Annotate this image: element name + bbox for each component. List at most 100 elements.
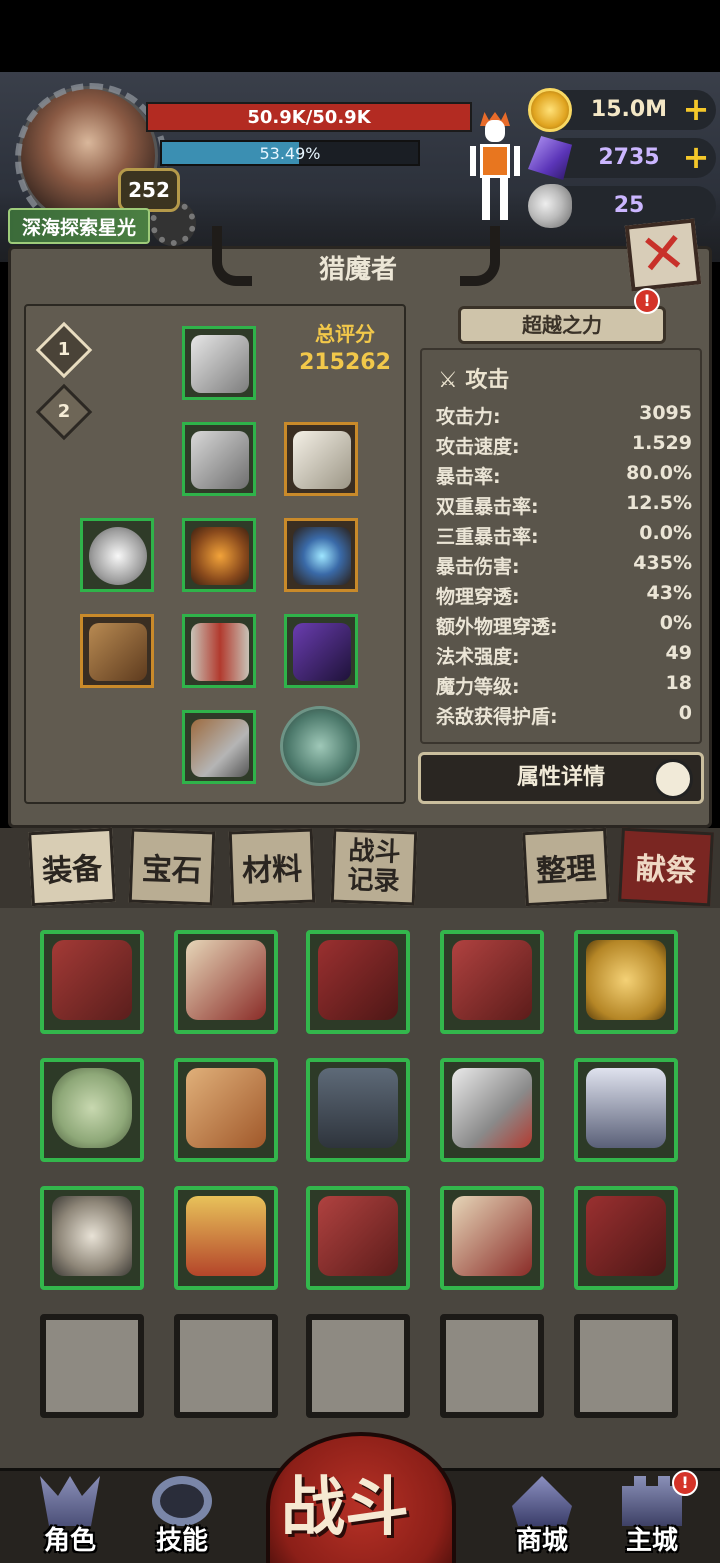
equipment-silhouette-icon[interactable] (470, 112, 520, 222)
gold-row: 15.0M + (528, 88, 716, 132)
inventory-slot[interactable] (440, 1058, 544, 1162)
inventory-slot[interactable] (306, 930, 410, 1034)
crossed-swords-icon: ⚔ (438, 368, 458, 393)
close-x-icon: ✕ (636, 219, 690, 290)
exp-bar: 53.49% (160, 140, 420, 166)
stat-row: 三重暴击率: 0.0% (436, 522, 692, 548)
inventory-slot[interactable] (306, 1186, 410, 1290)
stat-row: 魔力等级: 18 (436, 672, 692, 698)
inventory-slot[interactable] (174, 1186, 278, 1290)
stat-row: 额外物理穿透: 0% (436, 612, 692, 638)
amulet-item-icon (293, 527, 351, 585)
stat-row: 杀敌获得护盾: 0 (436, 702, 692, 728)
panel-ornament-right (460, 226, 500, 286)
inventory-item-icon (452, 1196, 532, 1276)
crystal-value: 2735 (598, 145, 660, 170)
inventory-slot[interactable] (574, 930, 678, 1034)
inventory-item-icon (186, 1068, 266, 1148)
belt-item-icon (191, 527, 249, 585)
inventory-slot[interactable] (306, 1058, 410, 1162)
inventory-slot[interactable] (40, 1186, 144, 1290)
attribute-details-label: 属性详情 (516, 765, 605, 790)
relic-coin-icon (280, 706, 360, 786)
inventory-item-icon (52, 940, 132, 1020)
inventory-slot[interactable] (440, 1186, 544, 1290)
relic-slot[interactable] (280, 706, 360, 786)
empty-inventory-slot[interactable] (440, 1314, 544, 1418)
tab-battle-log[interactable]: 战斗记录 (330, 828, 418, 906)
gold-value: 15.0M (590, 97, 668, 122)
tab-equipment[interactable]: 装备 (28, 827, 116, 907)
belt-slot[interactable] (182, 518, 256, 592)
gloves-slot[interactable] (284, 422, 358, 496)
panel-title: 猎魔者 (318, 255, 397, 285)
shop-tent-icon (512, 1476, 572, 1526)
inventory-item-icon (318, 1196, 398, 1276)
transcend-power-button[interactable]: 超越之力 (458, 306, 666, 344)
stats-panel[interactable]: ⚔ 攻击 攻击力: 3095 攻击速度: 1.529 暴击率: 80.0% 双重暴击率… (420, 348, 702, 744)
ring-item-icon (89, 527, 147, 585)
stat-row: 物理穿透: 43% (436, 582, 692, 608)
stats-section-title: 攻击 (465, 368, 510, 393)
add-crystal-button[interactable]: + (682, 138, 710, 178)
tab-materials[interactable]: 材料 (228, 828, 316, 906)
total-score-value: 215262 (299, 350, 391, 375)
inventory-slot[interactable] (574, 1186, 678, 1290)
empty-inventory-slot[interactable] (574, 1314, 678, 1418)
stat-row: 双重暴击率: 12.5% (436, 492, 692, 518)
bracers-item-icon (191, 623, 249, 681)
transcend-alert-badge: ! (634, 288, 660, 314)
status-bar (0, 0, 720, 72)
inventory-slot[interactable] (440, 930, 544, 1034)
total-score-label: 总评分 (315, 322, 375, 346)
inventory-item-icon (52, 1068, 132, 1148)
inventory-slot[interactable] (174, 1058, 278, 1162)
tab-gems[interactable]: 宝石 (128, 828, 216, 906)
ring-slot[interactable] (80, 518, 154, 592)
close-button[interactable]: ✕ (624, 218, 702, 292)
stat-row: 法术强度: 49 (436, 642, 692, 668)
ram-skull-icon (528, 184, 572, 228)
helmet-item-icon (191, 335, 249, 393)
empty-inventory-slot[interactable] (306, 1314, 410, 1418)
stat-row: 攻击速度: 1.529 (436, 432, 692, 458)
inventory-item-icon (318, 1068, 398, 1148)
add-gold-button[interactable]: + (682, 90, 710, 130)
weapon-slot[interactable] (284, 614, 358, 688)
boots-item-icon (191, 719, 249, 777)
nav-character[interactable]: 角色 (22, 1470, 118, 1563)
amulet-slot[interactable] (284, 518, 358, 592)
stat-row: 攻击力: 3095 (436, 402, 692, 428)
offhand-item-icon (89, 623, 147, 681)
gloves-item-icon (293, 431, 351, 489)
armor-slot[interactable] (182, 422, 256, 496)
nav-shop[interactable]: 商城 (494, 1470, 590, 1563)
inventory-item-icon (586, 1068, 666, 1148)
attribute-details-button[interactable]: 属性详情 (418, 752, 704, 804)
tab-sacrifice[interactable]: 献祭 (618, 827, 714, 907)
player-name: 深海探索星光 (8, 208, 150, 244)
inventory-item-icon (186, 940, 266, 1020)
stats-section-header: ⚔ 攻击 (438, 362, 509, 394)
inventory-item-icon (586, 940, 666, 1020)
tab-sort[interactable]: 整理 (522, 827, 610, 907)
empty-inventory-slot[interactable] (174, 1314, 278, 1418)
empty-inventory-slot[interactable] (40, 1314, 144, 1418)
stat-row: 暴击伤害: 435% (436, 552, 692, 578)
skull-value: 25 (613, 193, 645, 218)
inventory-item-icon (318, 940, 398, 1020)
helmet-slot[interactable] (182, 326, 256, 400)
inventory-slot[interactable] (574, 1058, 678, 1162)
player-level-badge: 252 (118, 168, 180, 212)
offhand-slot[interactable] (80, 614, 154, 688)
inventory-item-icon (52, 1196, 132, 1276)
stat-row: 暴击率: 80.0% (436, 462, 692, 488)
panel-ornament-left (212, 226, 252, 286)
chest-armor-item-icon (191, 431, 249, 489)
boots-slot[interactable] (182, 710, 256, 784)
inventory-slot[interactable] (40, 1058, 144, 1162)
inventory-slot[interactable] (40, 930, 144, 1034)
inventory-slot[interactable] (174, 930, 278, 1034)
bracers-slot[interactable] (182, 614, 256, 688)
nav-skills[interactable]: 技能 (134, 1470, 230, 1563)
